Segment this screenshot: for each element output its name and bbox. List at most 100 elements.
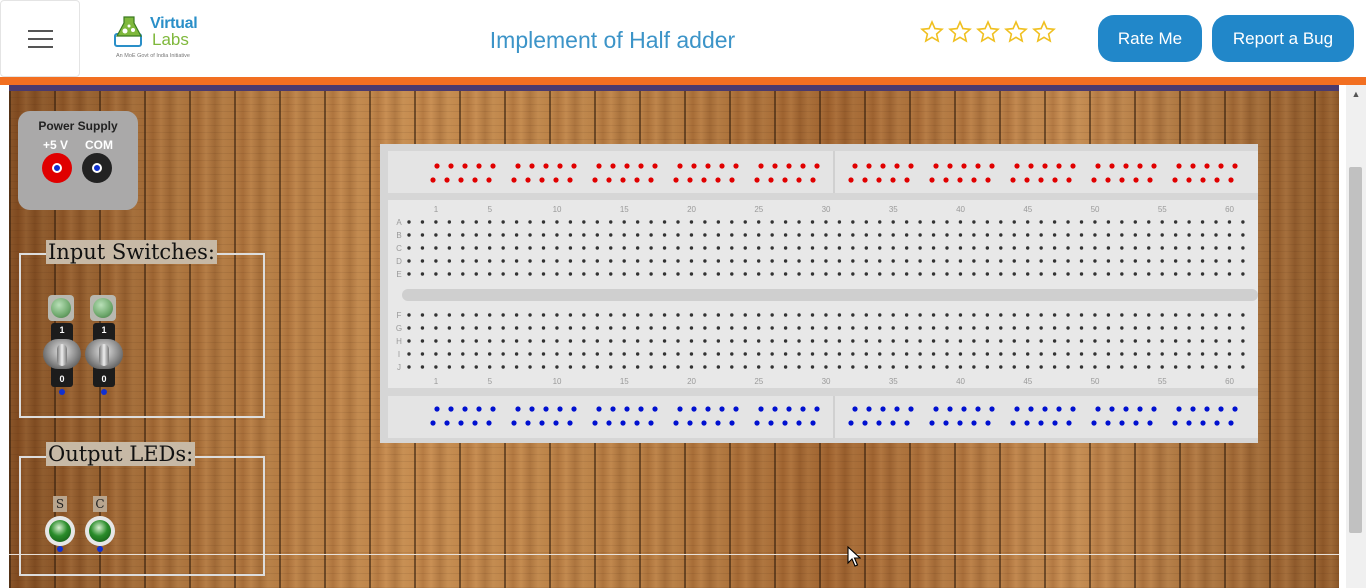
terminal-hole[interactable] <box>514 259 519 263</box>
terminal-hole[interactable] <box>757 339 761 343</box>
terminal-hole[interactable] <box>999 220 1003 224</box>
terminal-hole[interactable] <box>1106 365 1111 369</box>
top-rail-hole[interactable] <box>989 163 995 169</box>
terminal-hole[interactable] <box>999 259 1003 263</box>
bottom-rail-hole[interactable] <box>880 406 886 412</box>
terminal-hole[interactable] <box>851 352 855 356</box>
terminal-hole[interactable] <box>770 326 774 330</box>
bottom-rail-hole[interactable] <box>515 406 521 412</box>
terminal-hole[interactable] <box>434 220 438 224</box>
terminal-hole[interactable] <box>501 259 505 263</box>
terminal-hole[interactable] <box>582 233 586 237</box>
terminal-hole[interactable] <box>555 339 559 343</box>
terminal-hole[interactable] <box>501 246 505 250</box>
bottom-rail-hole[interactable] <box>691 406 697 412</box>
terminal-hole[interactable] <box>582 352 586 356</box>
terminal-hole[interactable] <box>568 352 573 356</box>
terminal-hole[interactable] <box>1214 220 1218 224</box>
terminal-hole[interactable] <box>1039 313 1043 317</box>
terminal-hole[interactable] <box>1173 313 1178 317</box>
bottom-rail-hole[interactable] <box>677 406 683 412</box>
terminal-hole[interactable] <box>1012 246 1016 250</box>
terminal-hole[interactable] <box>851 233 855 237</box>
terminal-hole[interactable] <box>1187 233 1191 237</box>
terminal-hole[interactable] <box>1039 365 1043 369</box>
terminal-hole[interactable] <box>878 272 882 276</box>
terminal-hole[interactable] <box>904 272 909 276</box>
terminal-hole[interactable] <box>407 272 411 276</box>
terminal-hole[interactable] <box>1214 326 1218 330</box>
terminal-hole[interactable] <box>716 339 721 343</box>
top-rail-hole[interactable] <box>1119 177 1125 183</box>
terminal-hole[interactable] <box>1052 233 1057 237</box>
terminal-hole[interactable] <box>1241 246 1245 250</box>
bottom-rail-hole[interactable] <box>1232 406 1238 412</box>
terminal-hole[interactable] <box>864 313 868 317</box>
terminal-hole[interactable] <box>528 326 532 330</box>
terminal-hole[interactable] <box>649 246 653 250</box>
terminal-hole[interactable] <box>1106 220 1111 224</box>
terminal-hole[interactable] <box>434 246 438 250</box>
top-rail-hole[interactable] <box>1070 163 1076 169</box>
terminal-hole[interactable] <box>931 313 936 317</box>
terminal-hole[interactable] <box>649 313 653 317</box>
terminal-hole[interactable] <box>676 313 680 317</box>
terminal-hole[interactable] <box>999 339 1003 343</box>
bottom-rail-hole[interactable] <box>754 420 760 426</box>
top-rail-hole[interactable] <box>1151 163 1157 169</box>
terminal-hole[interactable] <box>609 352 613 356</box>
terminal-hole[interactable] <box>582 326 586 330</box>
terminal-hole[interactable] <box>730 365 734 369</box>
terminal-hole[interactable] <box>528 339 532 343</box>
terminal-hole[interactable] <box>703 233 707 237</box>
terminal-hole[interactable] <box>891 233 895 237</box>
terminal-hole[interactable] <box>1039 272 1043 276</box>
terminal-hole[interactable] <box>1026 365 1030 369</box>
terminal-hole[interactable] <box>1066 259 1070 263</box>
terminal-hole[interactable] <box>1079 259 1084 263</box>
terminal-hole[interactable] <box>488 352 492 356</box>
terminal-hole[interactable] <box>918 272 922 276</box>
terminal-hole[interactable] <box>1241 259 1245 263</box>
top-rail-hole[interactable] <box>758 163 764 169</box>
terminal-hole[interactable] <box>945 365 949 369</box>
terminal-hole[interactable] <box>434 352 438 356</box>
terminal-hole[interactable] <box>891 246 895 250</box>
led-input-pin[interactable] <box>57 546 63 552</box>
bottom-rail-hole[interactable] <box>434 406 440 412</box>
terminal-hole[interactable] <box>689 352 694 356</box>
terminal-hole[interactable] <box>1066 365 1070 369</box>
terminal-hole[interactable] <box>891 220 895 224</box>
bottom-rail-hole[interactable] <box>1218 406 1224 412</box>
terminal-hole[interactable] <box>474 352 478 356</box>
terminal-hole[interactable] <box>972 233 976 237</box>
top-rail-hole[interactable] <box>957 177 963 183</box>
star-icon[interactable] <box>920 20 944 44</box>
terminal-hole[interactable] <box>1106 339 1111 343</box>
terminal-hole[interactable] <box>1106 246 1111 250</box>
terminal-hole[interactable] <box>931 220 936 224</box>
terminal-hole[interactable] <box>999 272 1003 276</box>
terminal-hole[interactable] <box>1012 313 1016 317</box>
terminal-hole[interactable] <box>1160 339 1164 343</box>
bottom-rail-hole[interactable] <box>1186 420 1192 426</box>
terminal-hole[interactable] <box>918 339 922 343</box>
top-rail-hole[interactable] <box>754 177 760 183</box>
bottom-rail-hole[interactable] <box>957 420 963 426</box>
terminal-hole[interactable] <box>582 365 586 369</box>
terminal-hole[interactable] <box>488 272 492 276</box>
terminal-hole[interactable] <box>1133 272 1137 276</box>
terminal-hole[interactable] <box>716 272 721 276</box>
terminal-hole[interactable] <box>985 339 990 343</box>
terminal-hole[interactable] <box>461 246 465 250</box>
terminal-hole[interactable] <box>945 352 949 356</box>
terminal-hole[interactable] <box>730 352 734 356</box>
top-rail-hole[interactable] <box>634 177 640 183</box>
star-icon[interactable] <box>976 20 1000 44</box>
terminal-hole[interactable] <box>945 272 949 276</box>
terminal-hole[interactable] <box>1012 220 1016 224</box>
bottom-rail-hole[interactable] <box>1095 406 1101 412</box>
terminal-hole[interactable] <box>1241 233 1245 237</box>
terminal-hole[interactable] <box>407 352 411 356</box>
terminal-hole[interactable] <box>999 246 1003 250</box>
